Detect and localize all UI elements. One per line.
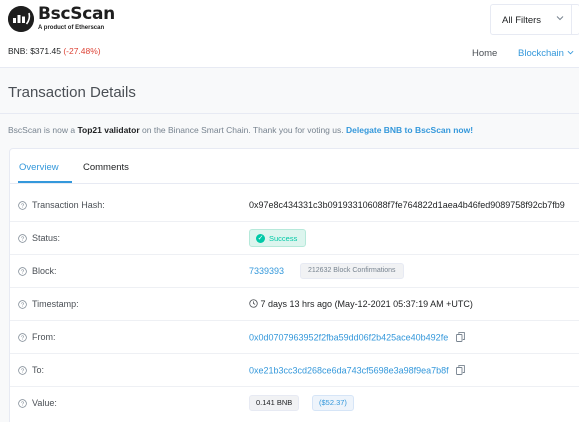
- row-block: ? Block: 7339393 212632 Block Confirmati…: [10, 255, 579, 288]
- copy-icon[interactable]: [455, 332, 465, 344]
- logo-subtitle: A product of Etherscan: [38, 25, 105, 31]
- status-label: Status:: [32, 233, 61, 243]
- help-circle-icon[interactable]: ?: [18, 201, 27, 212]
- notice-middle: on the Binance Smart Chain. Thank you fo…: [139, 125, 346, 135]
- timestamp-label: Timestamp:: [32, 299, 79, 309]
- to-address-link[interactable]: 0xe21b3cc3cd268ce6da743cf5698e3a98f9ea7b…: [249, 365, 449, 375]
- nav-blockchain-menu[interactable]: Blockchain: [518, 48, 574, 59]
- copy-icon[interactable]: [456, 365, 466, 377]
- top-header: BscScan A product of Etherscan BNB: $371…: [0, 0, 579, 68]
- block-label: Block:: [32, 266, 57, 276]
- from-label: From:: [32, 332, 56, 342]
- to-group: 0xe21b3cc3cd268ce6da743cf5698e3a98f9ea7b…: [249, 365, 466, 377]
- row-to: ? To: 0xe21b3cc3cd268ce6da743cf5698e3a98…: [10, 354, 579, 387]
- tab-overview[interactable]: Overview: [19, 162, 59, 173]
- status-value: Success: [269, 233, 298, 243]
- status-badge: ✓ Success: [249, 229, 307, 247]
- row-status: ? Status: ✓ Success: [10, 222, 579, 255]
- to-label: To:: [32, 365, 45, 375]
- filter-divider: [571, 5, 572, 34]
- bnb-price: BNB: $371.45 (-27.48%): [8, 46, 101, 56]
- search-filter-dropdown[interactable]: All Filters: [490, 4, 579, 35]
- help-circle-icon[interactable]: ?: [18, 234, 27, 245]
- value-usd-badge: ($52.37): [312, 395, 354, 411]
- from-address-link[interactable]: 0x0d0707963952f2fba59dd06f2b425ace40b492…: [249, 332, 448, 342]
- page-title: Transaction Details: [8, 84, 136, 101]
- notice-prefix: BscScan is now a: [8, 125, 78, 135]
- clock-icon: [249, 299, 261, 309]
- help-circle-icon[interactable]: ?: [18, 333, 27, 344]
- filter-label: All Filters: [502, 15, 542, 26]
- details-tabs: Overview Comments: [10, 149, 579, 184]
- validator-notice: BscScan is now a Top21 validator on the …: [8, 125, 473, 135]
- timestamp-value: 7 days 13 hrs ago (May-12-2021 05:37:19 …: [260, 299, 473, 309]
- transaction-hash-value: 0x97e8c434331c3b091933106088f7fe764822d1…: [249, 200, 565, 210]
- row-transaction-hash: ? Transaction Hash: 0x97e8c434331c3b0919…: [10, 189, 579, 222]
- notice-bold: Top21 validator: [77, 125, 140, 135]
- active-tab-indicator: [18, 181, 72, 183]
- bnb-price-value: BNB: $371.45: [8, 46, 61, 56]
- bnb-price-change: (-27.48%): [63, 46, 101, 56]
- block-confirmations-badge: 212632 Block Confirmations: [300, 263, 404, 279]
- transaction-hash-label: Transaction Hash:: [32, 200, 105, 210]
- nav-home-link[interactable]: Home: [472, 48, 497, 59]
- check-circle-icon: ✓: [256, 233, 265, 243]
- help-circle-icon[interactable]: ?: [18, 267, 27, 278]
- chevron-down-icon: [567, 48, 574, 59]
- tab-comments[interactable]: Comments: [83, 162, 129, 173]
- row-from: ? From: 0x0d0707963952f2fba59dd06f2b425a…: [10, 321, 579, 354]
- timestamp-group: 7 days 13 hrs ago (May-12-2021 05:37:19 …: [249, 299, 473, 309]
- bscscan-logo-icon: [8, 6, 34, 32]
- from-group: 0x0d0707963952f2fba59dd06f2b425ace40b492…: [249, 332, 465, 344]
- chevron-down-icon: [556, 14, 564, 24]
- delegate-bnb-link[interactable]: Delegate BNB to BscScan now!: [346, 125, 473, 135]
- logo-name: BscScan: [38, 4, 115, 24]
- value-bnb-badge: 0.141 BNB: [249, 395, 300, 411]
- help-circle-icon[interactable]: ?: [18, 399, 27, 410]
- title-divider: [0, 113, 579, 114]
- help-circle-icon[interactable]: ?: [18, 300, 27, 311]
- nav-blockchain-label: Blockchain: [518, 48, 564, 59]
- value-label: Value:: [32, 398, 57, 408]
- help-circle-icon[interactable]: ?: [18, 366, 27, 377]
- row-timestamp: ? Timestamp: 7 days 13 hrs ago (May-12-2…: [10, 288, 579, 321]
- row-value: ? Value: 0.141 BNB ($52.37): [10, 387, 579, 420]
- bscscan-logo[interactable]: BscScan A product of Etherscan: [8, 6, 115, 32]
- block-number-link[interactable]: 7339393: [249, 266, 284, 276]
- transaction-details-card: Overview Comments ? Transaction Hash: 0x…: [9, 148, 579, 422]
